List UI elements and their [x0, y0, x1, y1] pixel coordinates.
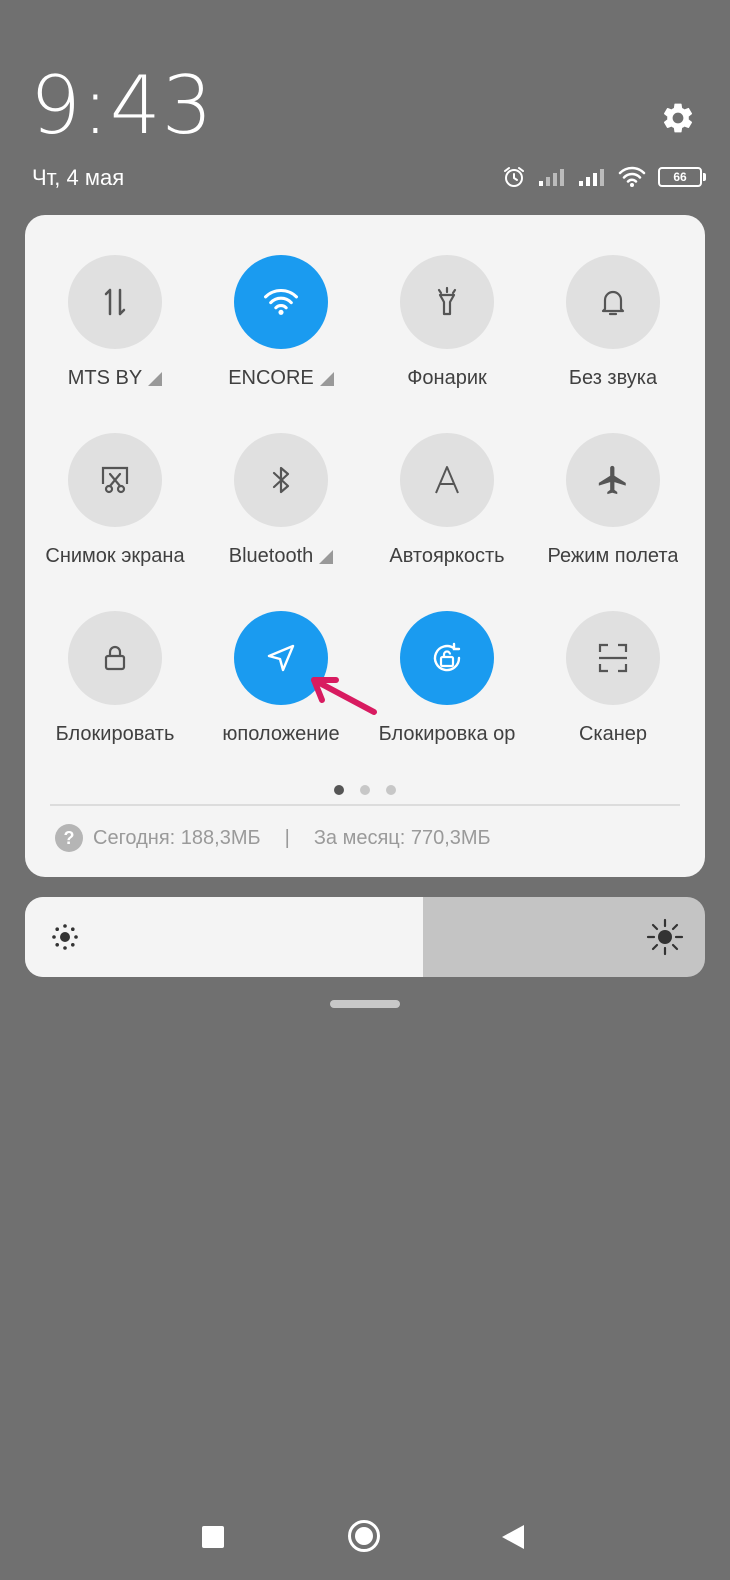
clock: 9:43 [30, 59, 214, 152]
navigation-bar [0, 1510, 730, 1570]
tile-scanner[interactable]: Сканер [530, 611, 696, 789]
tile-rotation-lock-button[interactable] [400, 611, 494, 705]
tile-screenshot-button[interactable] [68, 433, 162, 527]
bluetooth-icon [272, 466, 290, 494]
tile-label: Блокировка ор [379, 723, 516, 746]
back-button[interactable] [502, 1525, 524, 1549]
tile-rotation-lock[interactable]: Блокировка ор [364, 611, 530, 789]
tile-label: Фонарик [407, 367, 487, 390]
tile-flashlight[interactable]: Фонарик [364, 255, 530, 433]
tile-mobile-data-label: MTS BY [67, 367, 143, 389]
scanner-icon [598, 643, 628, 673]
tile-label: ENCORE [228, 367, 334, 390]
tile-flashlight-button[interactable] [400, 255, 494, 349]
tile-flashlight-label: Фонарик [407, 367, 487, 389]
wifi-icon [264, 289, 298, 315]
usage-month: За месяц: 770,3МБ [313, 826, 491, 849]
tile-bluetooth-button[interactable] [234, 433, 328, 527]
tile-silent[interactable]: Без звука [530, 255, 696, 433]
signal-icon [539, 169, 564, 186]
screenshot-icon [101, 466, 129, 494]
tile-label: Сканер [579, 723, 647, 746]
wifi-icon [618, 166, 646, 187]
date: Чт, 4 мая [32, 165, 125, 190]
tile-lock[interactable]: Блокировать [32, 611, 198, 789]
drag-handle[interactable] [330, 1000, 400, 1008]
tile-bluetooth[interactable]: Bluetooth [198, 433, 364, 611]
brightness-high-icon [646, 918, 684, 956]
lock-icon [104, 645, 126, 671]
tile-airplane[interactable]: Режим полета [530, 433, 696, 611]
status-bar-icons: 66 [502, 162, 706, 192]
tile-label: Режим полета [548, 545, 679, 568]
mobile-data-icon [104, 288, 126, 316]
tile-auto-brightness-button[interactable] [400, 433, 494, 527]
expand-arrow-icon [319, 549, 334, 564]
tile-label: Блокировать [56, 723, 175, 746]
tile-scanner-label: Сканер [578, 723, 648, 745]
tile-label: Автояркость [389, 545, 504, 568]
auto-brightness-icon [435, 466, 459, 494]
usage-separator: | [284, 826, 290, 849]
location-icon [267, 644, 295, 672]
airplane-icon [598, 465, 626, 495]
gear-icon[interactable] [660, 100, 696, 136]
page-dot[interactable] [360, 785, 370, 795]
signal-icon [579, 169, 604, 186]
divider [50, 804, 680, 806]
rotation-lock-icon [433, 642, 461, 672]
brightness-fill [25, 897, 423, 977]
brightness-low-icon [52, 924, 78, 950]
tile-mobile-data-button[interactable] [68, 255, 162, 349]
bell-icon [601, 290, 625, 316]
page-indicator [25, 785, 705, 795]
tile-wifi[interactable]: ENCORE [198, 255, 364, 433]
help-icon: ? [55, 824, 83, 852]
tile-label: MTS BY [67, 367, 163, 390]
brightness-slider[interactable] [25, 897, 705, 977]
battery-icon: 66 [658, 167, 706, 187]
tile-scanner-button[interactable] [566, 611, 660, 705]
tile-label: Bluetooth [229, 545, 334, 568]
tile-wifi-button[interactable] [234, 255, 328, 349]
usage-today: Сегодня: 188,3МБ [93, 826, 261, 849]
battery-level: 66 [673, 170, 687, 184]
flashlight-icon [437, 286, 457, 316]
home-button[interactable] [348, 1520, 380, 1552]
tile-wifi-label: ENCORE [228, 367, 314, 389]
tile-silent-label: Без звука [568, 367, 658, 389]
tile-lock-label: Блокировать [55, 723, 175, 745]
tile-bluetooth-label: Bluetooth [228, 545, 314, 567]
tile-screenshot[interactable]: Снимок экрана [32, 433, 198, 611]
expand-arrow-icon [148, 371, 163, 386]
page-dot-active[interactable] [334, 785, 344, 795]
tile-auto-brightness-label: Автояркость [389, 545, 505, 567]
tile-screenshot-label: Снимок экрана [45, 545, 185, 567]
alarm-icon [504, 167, 524, 187]
tile-rotation-lock-label: Блокировка ор [378, 723, 516, 745]
data-usage[interactable]: ? Сегодня: 188,3МБ | За месяц: 770,3МБ [55, 823, 491, 853]
quick-settings-panel: MTS BY ENCORE Фонарик Без звука Снимок э… [25, 215, 705, 877]
tile-silent-button[interactable] [566, 255, 660, 349]
tile-mobile-data[interactable]: MTS BY [32, 255, 198, 433]
tile-lock-button[interactable] [68, 611, 162, 705]
tile-airplane-label: Режим полета [547, 545, 679, 567]
recent-apps-button[interactable] [202, 1526, 224, 1548]
tile-airplane-button[interactable] [566, 433, 660, 527]
tile-label: Снимок экрана [45, 545, 184, 568]
annotation-arrow-icon [311, 677, 377, 715]
expand-arrow-icon [319, 371, 334, 386]
tile-auto-brightness[interactable]: Автояркость [364, 433, 530, 611]
page-dot[interactable] [386, 785, 396, 795]
tile-label: Без звука [569, 367, 657, 390]
